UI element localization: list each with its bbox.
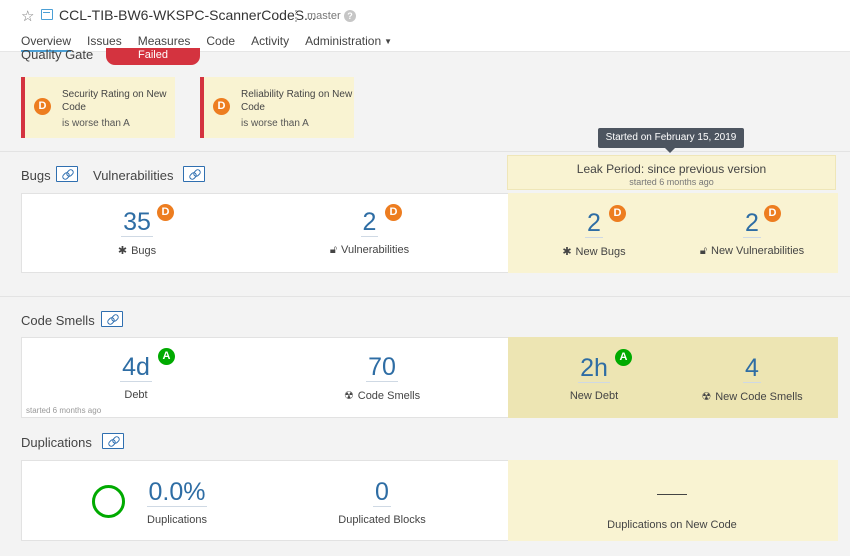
leak-tooltip: Started on February 15, 2019 (598, 128, 744, 153)
new-vulnerabilities-metric: 2 🔓︎ New Vulnerabilities (690, 209, 814, 258)
project-name[interactable]: CCL-TIB-BW6-WKSPC-ScannerCodeS... (59, 7, 316, 23)
new-bugs-metric: 2 ✱ New Bugs (542, 209, 646, 258)
condition-label: Reliability Rating on New Code (241, 89, 353, 113)
quality-gate-status-badge: Failed (106, 48, 200, 65)
duplications-donut-icon (92, 485, 125, 518)
leak-period-title: Leak Period: since previous version (576, 162, 767, 176)
new-code-smells-metric: 4 ☢ New Code Smells (690, 354, 814, 403)
bugs-value[interactable]: 35 (121, 208, 153, 237)
condition-threshold: is worse than A (62, 118, 130, 129)
new-debt-label: New Debt (569, 390, 619, 402)
radiation-icon: ☢ (343, 390, 354, 402)
empty-value-dash (657, 494, 687, 495)
code-smells-section-title: Code Smells (21, 313, 95, 328)
code-smells-panel: 4d Debt A 70 ☢ Code Smells 2h New Debt A … (21, 337, 838, 418)
rating-badge: D (213, 98, 230, 115)
new-code-smells-label-text: New Code Smells (715, 391, 803, 403)
leak-period-started: started 6 months ago (629, 177, 714, 187)
new-vulnerabilities-value[interactable]: 2 (743, 209, 761, 238)
quality-gate-title: Quality Gate (21, 47, 94, 62)
bugs-label: ✱ Bugs (82, 244, 192, 257)
debt-rating-badge[interactable]: A (158, 348, 175, 365)
tab-administration-label: Administration (305, 34, 382, 48)
bug-icon: ✱ (117, 245, 128, 257)
rating-badge: D (34, 98, 51, 115)
started-note: started 6 months ago (26, 406, 102, 415)
debt-value[interactable]: 4d (120, 353, 152, 382)
lock-icon: 🔓︎ (329, 244, 338, 256)
project-icon (41, 9, 53, 20)
bug-icon: ✱ (562, 246, 572, 258)
vulnerabilities-rating-badge[interactable]: D (385, 204, 402, 221)
branch-name[interactable]: master (307, 10, 341, 22)
new-code-smells-value[interactable]: 4 (743, 354, 761, 383)
help-icon[interactable]: ? (344, 10, 356, 22)
code-smells-link-icon[interactable] (101, 311, 123, 327)
section-divider (0, 296, 850, 297)
tab-administration[interactable]: Administration ▼ (305, 34, 392, 52)
new-vulnerabilities-label-text: New Vulnerabilities (711, 245, 805, 257)
tab-activity[interactable]: Activity (251, 34, 289, 52)
duplicated-blocks-label: Duplicated Blocks (338, 514, 426, 526)
branch-icon (295, 10, 298, 22)
chevron-down-icon: ▼ (384, 37, 393, 46)
leak-period-header: Leak Period: since previous version star… (507, 155, 836, 190)
new-debt-rating-badge[interactable]: A (615, 349, 632, 366)
new-bugs-rating-badge[interactable]: D (609, 205, 626, 222)
lock-icon: 🔓︎ (699, 245, 707, 257)
star-icon[interactable]: ☆ (21, 7, 34, 25)
project-header: ☆ CCL-TIB-BW6-WKSPC-ScannerCodeS... mast… (0, 0, 850, 52)
bugs-rating-badge[interactable]: D (157, 204, 174, 221)
vulnerabilities-section-title: Vulnerabilities (93, 168, 174, 183)
condition-threshold: is worse than A (241, 118, 309, 129)
radiation-icon: ☢ (701, 391, 712, 403)
duplications-panel: 0.0% Duplications 0 Duplicated Blocks Du… (21, 460, 838, 541)
new-vulnerabilities-rating-badge[interactable]: D (764, 205, 781, 222)
vulnerabilities-label: 🔓︎ Vulnerabilities (312, 244, 427, 257)
new-bugs-label-text: New Bugs (575, 246, 626, 258)
new-bugs-label: ✱ New Bugs (542, 245, 646, 258)
new-duplications-label: Duplications on New Code (607, 519, 737, 531)
new-duplications-metric: Duplications on New Code (592, 461, 752, 531)
bugs-panel: 35 ✱ Bugs D 2 🔓︎ Vulnerabilities D 2 ✱ New … (21, 193, 838, 273)
tab-code[interactable]: Code (206, 34, 235, 52)
new-code-smells-label: ☢ New Code Smells (690, 390, 814, 403)
vulnerabilities-link-icon[interactable] (183, 166, 205, 182)
new-vulnerabilities-label: 🔓︎ New Vulnerabilities (690, 245, 814, 258)
duplications-section-title: Duplications (21, 435, 92, 450)
duplications-value[interactable]: 0.0% (146, 478, 208, 507)
debt-label: Debt (124, 389, 148, 401)
vulnerabilities-label-text: Vulnerabilities (341, 244, 410, 256)
vulnerabilities-value[interactable]: 2 (360, 208, 379, 237)
bugs-link-icon[interactable] (56, 166, 78, 182)
code-smells-metric: 70 ☢ Code Smells (322, 353, 442, 402)
code-smells-label: ☢ Code Smells (322, 389, 442, 402)
duplications-metric: 0.0% Duplications (132, 478, 222, 526)
duplicated-blocks-value[interactable]: 0 (373, 478, 391, 507)
duplications-link-icon[interactable] (102, 433, 124, 449)
qg-condition-security[interactable]: D Security Rating on New Code is worse t… (21, 77, 175, 138)
code-smells-label-text: Code Smells (357, 390, 421, 402)
new-bugs-value[interactable]: 2 (585, 209, 603, 238)
qg-condition-reliability[interactable]: D Reliability Rating on New Code is wors… (200, 77, 354, 138)
bugs-section-title: Bugs (21, 168, 51, 183)
section-divider (0, 151, 850, 152)
vulnerabilities-metric: 2 🔓︎ Vulnerabilities (312, 208, 427, 257)
condition-label: Security Rating on New Code (62, 89, 167, 113)
bugs-metric: 35 ✱ Bugs (82, 208, 192, 257)
duplicated-blocks-metric: 0 Duplicated Blocks (322, 478, 442, 526)
new-debt-value[interactable]: 2h (578, 354, 610, 383)
duplications-label: Duplications (147, 514, 207, 526)
code-smells-value[interactable]: 70 (366, 353, 398, 382)
bugs-label-text: Bugs (131, 245, 157, 257)
